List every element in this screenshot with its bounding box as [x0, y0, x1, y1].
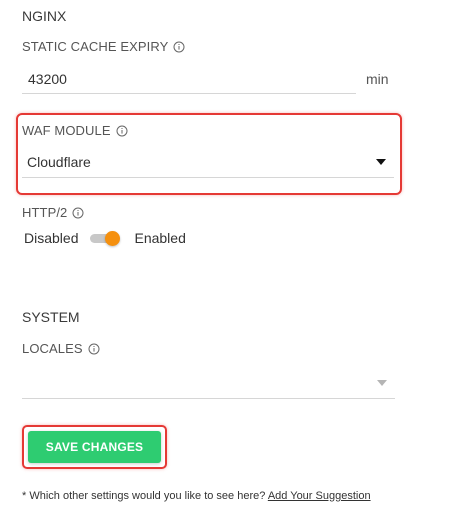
info-icon[interactable]	[173, 41, 185, 53]
waf-module-label: WAF MODULE	[22, 123, 128, 138]
static-cache-expiry-label-text: STATIC CACHE EXPIRY	[22, 39, 169, 54]
waf-module-select[interactable]: Cloudflare	[22, 146, 394, 178]
http2-label: HTTP/2	[22, 205, 84, 220]
static-cache-expiry-unit: min	[366, 71, 389, 87]
http2-disabled-label: Disabled	[24, 230, 79, 246]
section-title-system: SYSTEM	[22, 309, 80, 325]
waf-module-label-text: WAF MODULE	[22, 123, 111, 138]
toggle-knob[interactable]	[105, 231, 121, 246]
http2-label-text: HTTP/2	[22, 205, 68, 220]
info-icon[interactable]	[72, 207, 84, 219]
caret-down-icon	[377, 380, 387, 386]
static-cache-expiry-input[interactable]	[22, 64, 356, 94]
locales-select[interactable]	[22, 367, 395, 399]
suggestion-prompt: * Which other settings would you like to…	[22, 490, 268, 502]
caret-down-icon	[376, 159, 386, 165]
section-title-nginx: NGINX	[22, 8, 67, 24]
static-cache-expiry-label: STATIC CACHE EXPIRY	[22, 39, 185, 54]
locales-label-text: LOCALES	[22, 341, 83, 356]
suggestion-footer: * Which other settings would you like to…	[22, 490, 371, 502]
info-icon[interactable]	[88, 343, 100, 355]
waf-module-selected-value: Cloudflare	[27, 153, 91, 170]
http2-toggle-row: Disabled Enabled	[24, 230, 186, 246]
info-icon[interactable]	[116, 125, 128, 137]
http2-enabled-label: Enabled	[134, 230, 186, 246]
add-suggestion-link[interactable]: Add Your Suggestion	[268, 490, 371, 502]
save-changes-button[interactable]: SAVE CHANGES	[28, 431, 161, 463]
locales-label: LOCALES	[22, 341, 100, 356]
http2-toggle[interactable]	[90, 231, 121, 246]
